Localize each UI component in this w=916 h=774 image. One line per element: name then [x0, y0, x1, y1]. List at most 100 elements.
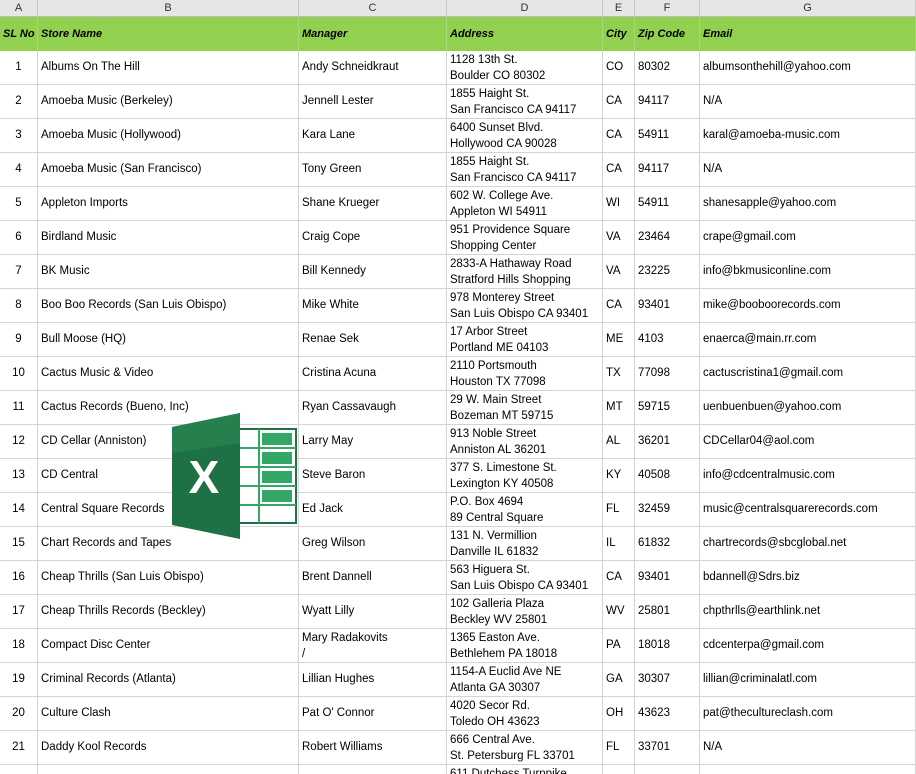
manager-cell[interactable]: Shane Krueger — [299, 187, 447, 220]
city-cell[interactable]: OH — [603, 697, 635, 730]
zip-cell[interactable]: 61832 — [635, 527, 700, 560]
email-cell[interactable]: shanesapple@yahoo.com — [700, 187, 916, 220]
zip-cell[interactable]: 94117 — [635, 153, 700, 186]
manager-cell[interactable]: Greg Wilson — [299, 527, 447, 560]
zip-cell[interactable]: 59715 — [635, 391, 700, 424]
store-cell[interactable]: Amoeba Music (Hollywood) — [38, 119, 299, 152]
email-cell[interactable]: enaerca@main.rr.com — [700, 323, 916, 356]
manager-cell[interactable]: Tony Green — [299, 153, 447, 186]
city-cell[interactable]: CA — [603, 289, 635, 322]
city-cell[interactable]: CA — [603, 119, 635, 152]
address-cell[interactable]: 1855 Haight St. San Francisco CA 94117 — [447, 85, 603, 118]
address-cell[interactable]: 611 Dutchess Turnpike — [447, 765, 603, 774]
email-cell[interactable]: albumsonthehill@yahoo.com — [700, 51, 916, 84]
manager-cell[interactable]: Brent Dannell — [299, 561, 447, 594]
sl-cell[interactable]: 17 — [0, 595, 38, 628]
column-letter-5[interactable]: E — [603, 0, 635, 17]
zip-cell[interactable] — [635, 765, 700, 774]
header-store[interactable]: Store Name — [38, 17, 299, 51]
header-city[interactable]: City — [603, 17, 635, 51]
sl-cell[interactable]: 20 — [0, 697, 38, 730]
zip-cell[interactable]: 54911 — [635, 187, 700, 220]
header-manager[interactable]: Manager — [299, 17, 447, 51]
sl-cell[interactable]: 14 — [0, 493, 38, 526]
sl-cell[interactable]: 19 — [0, 663, 38, 696]
zip-cell[interactable]: 43623 — [635, 697, 700, 730]
store-cell[interactable]: Amoeba Music (San Francisco) — [38, 153, 299, 186]
email-cell[interactable]: mike@booboorecords.com — [700, 289, 916, 322]
sl-cell[interactable]: 13 — [0, 459, 38, 492]
address-cell[interactable]: 563 Higuera St. San Luis Obispo CA 93401 — [447, 561, 603, 594]
address-cell[interactable]: 6400 Sunset Blvd. Hollywood CA 90028 — [447, 119, 603, 152]
address-cell[interactable]: 602 W. College Ave. Appleton WI 54911 — [447, 187, 603, 220]
sl-cell[interactable]: 1 — [0, 51, 38, 84]
city-cell[interactable]: TX — [603, 357, 635, 390]
manager-cell[interactable]: Ed Jack — [299, 493, 447, 526]
manager-cell[interactable] — [299, 765, 447, 774]
city-cell[interactable]: CA — [603, 153, 635, 186]
email-cell[interactable]: crape@gmail.com — [700, 221, 916, 254]
sl-cell[interactable]: 4 — [0, 153, 38, 186]
zip-cell[interactable]: 54911 — [635, 119, 700, 152]
zip-cell[interactable]: 23225 — [635, 255, 700, 288]
address-cell[interactable]: 17 Arbor Street Portland ME 04103 — [447, 323, 603, 356]
address-cell[interactable]: 4020 Secor Rd. Toledo OH 43623 — [447, 697, 603, 730]
store-cell[interactable]: Boo Boo Records (San Luis Obispo) — [38, 289, 299, 322]
column-letter-4[interactable]: D — [447, 0, 603, 17]
email-cell[interactable]: N/A — [700, 153, 916, 186]
sl-cell[interactable]: 9 — [0, 323, 38, 356]
address-cell[interactable]: 1855 Haight St. San Francisco CA 94117 — [447, 153, 603, 186]
manager-cell[interactable]: Renae Sek — [299, 323, 447, 356]
address-cell[interactable]: 102 Galleria Plaza Beckley WV 25801 — [447, 595, 603, 628]
sl-cell[interactable]: 18 — [0, 629, 38, 662]
city-cell[interactable]: VA — [603, 221, 635, 254]
sl-cell[interactable]: 16 — [0, 561, 38, 594]
manager-cell[interactable]: Bill Kennedy — [299, 255, 447, 288]
manager-cell[interactable]: Pat O' Connor — [299, 697, 447, 730]
zip-cell[interactable]: 40508 — [635, 459, 700, 492]
zip-cell[interactable]: 36201 — [635, 425, 700, 458]
store-cell[interactable]: Cheap Thrills (San Luis Obispo) — [38, 561, 299, 594]
zip-cell[interactable]: 32459 — [635, 493, 700, 526]
sl-cell[interactable] — [0, 765, 38, 774]
address-cell[interactable]: 951 Providence Square Shopping Center — [447, 221, 603, 254]
email-cell[interactable]: bdannell@Sdrs.biz — [700, 561, 916, 594]
zip-cell[interactable]: 23464 — [635, 221, 700, 254]
manager-cell[interactable]: Steve Baron — [299, 459, 447, 492]
manager-cell[interactable]: Andy Schneidkraut — [299, 51, 447, 84]
manager-cell[interactable]: Wyatt Lilly — [299, 595, 447, 628]
manager-cell[interactable]: Lillian Hughes — [299, 663, 447, 696]
manager-cell[interactable]: Mary Radakovits / — [299, 629, 447, 662]
address-cell[interactable]: 666 Central Ave. St. Petersburg FL 33701 — [447, 731, 603, 764]
city-cell[interactable]: MT — [603, 391, 635, 424]
city-cell[interactable]: KY — [603, 459, 635, 492]
address-cell[interactable]: 978 Monterey Street San Luis Obispo CA 93… — [447, 289, 603, 322]
manager-cell[interactable]: Larry May — [299, 425, 447, 458]
store-cell[interactable]: Compact Disc Center — [38, 629, 299, 662]
column-letter-6[interactable]: F — [635, 0, 700, 17]
column-letter-2[interactable]: B — [38, 0, 299, 17]
email-cell[interactable]: chartrecords@sbcglobal.net — [700, 527, 916, 560]
zip-cell[interactable]: 94117 — [635, 85, 700, 118]
manager-cell[interactable]: Kara Lane — [299, 119, 447, 152]
sl-cell[interactable]: 12 — [0, 425, 38, 458]
store-cell[interactable]: Cactus Music & Video — [38, 357, 299, 390]
email-cell[interactable]: chpthrlls@earthlink.net — [700, 595, 916, 628]
store-cell[interactable]: Daddy Kool Records — [38, 731, 299, 764]
store-cell[interactable]: Culture Clash — [38, 697, 299, 730]
store-cell[interactable]: Amoeba Music (Berkeley) — [38, 85, 299, 118]
city-cell[interactable]: VA — [603, 255, 635, 288]
store-cell[interactable]: Bull Moose (HQ) — [38, 323, 299, 356]
header-sl[interactable]: SL No — [0, 17, 38, 51]
address-cell[interactable]: 1154-A Euclid Ave NE Atlanta GA 30307 — [447, 663, 603, 696]
zip-cell[interactable]: 93401 — [635, 289, 700, 322]
header-email[interactable]: Email — [700, 17, 916, 51]
header-zip[interactable]: Zip Code — [635, 17, 700, 51]
sl-cell[interactable]: 7 — [0, 255, 38, 288]
zip-cell[interactable]: 93401 — [635, 561, 700, 594]
city-cell[interactable]: PA — [603, 629, 635, 662]
address-cell[interactable]: 377 S. Limestone St. Lexington KY 40508 — [447, 459, 603, 492]
email-cell[interactable]: N/A — [700, 85, 916, 118]
email-cell[interactable]: cdcenterpa@gmail.com — [700, 629, 916, 662]
city-cell[interactable]: ME — [603, 323, 635, 356]
